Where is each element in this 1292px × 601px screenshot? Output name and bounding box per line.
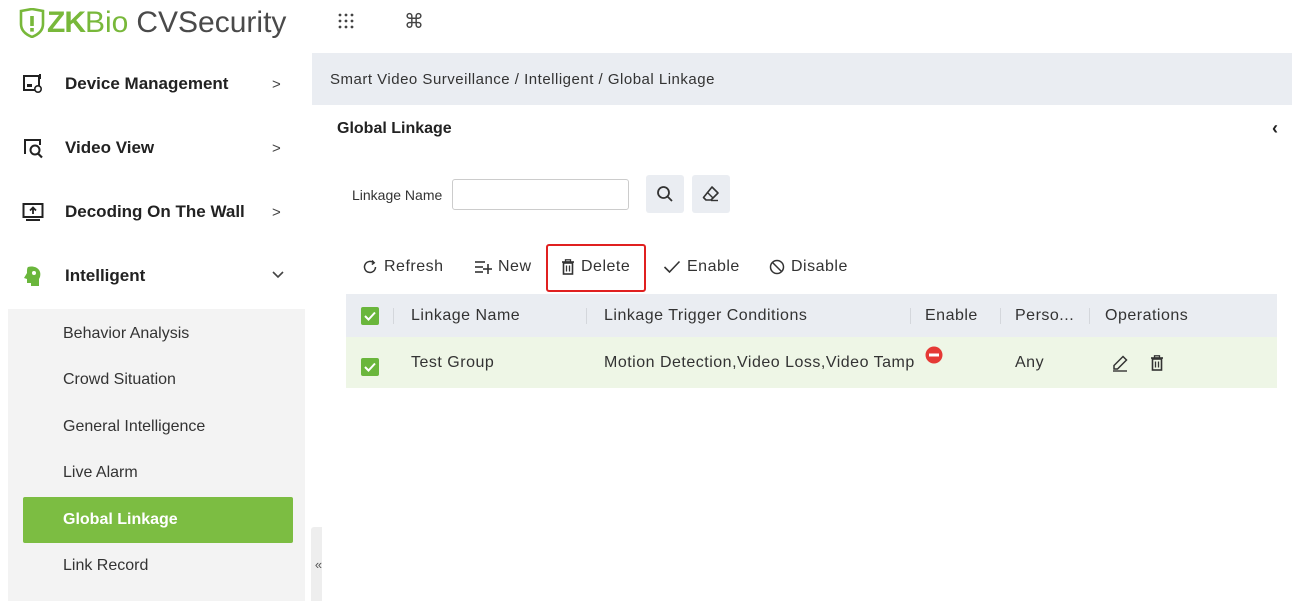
chevron-right-icon: > [272, 139, 281, 157]
sidebar-item-device-management[interactable]: Device Management > [0, 52, 305, 116]
breadcrumb: Smart Video Surveillance / Intelligent /… [330, 71, 715, 88]
cell-person: Any [1015, 353, 1045, 371]
header-operations: Operations [1105, 306, 1189, 324]
enable-button[interactable]: Enable [663, 256, 740, 278]
refresh-icon [363, 259, 377, 274]
app-header: ZK Bio CVSecurity ⌘ [0, 0, 1292, 50]
status-disabled-icon [925, 329, 955, 380]
chevron-right-icon: > [272, 203, 281, 221]
logo-bio: Bio [85, 6, 129, 39]
intelligent-icon [24, 266, 41, 286]
breadcrumb-bar: Smart Video Surveillance / Intelligent /… [312, 53, 1292, 105]
header-person[interactable]: Perso... [1015, 294, 1085, 337]
sidebar-item-label: Video View [65, 138, 155, 157]
chevron-left-icon[interactable]: ‹ [1272, 118, 1278, 139]
search-icon [657, 186, 673, 202]
apps-grid-icon[interactable] [336, 11, 356, 37]
enable-label: Enable [687, 258, 740, 275]
clear-search-button[interactable] [692, 175, 730, 213]
video-view-icon [24, 139, 43, 159]
logo-cvsecurity: CVSecurity [136, 6, 287, 39]
sidebar-item-live-alarm[interactable]: Live Alarm [23, 450, 293, 496]
sidebar-item-label: Live Alarm [63, 464, 138, 481]
sidebar-item-label: General Intelligence [63, 418, 206, 435]
search-button[interactable] [646, 175, 684, 213]
logo-zk: ZK [47, 6, 86, 39]
disable-label: Disable [791, 258, 848, 275]
sidebar-item-label: Global Linkage [63, 511, 178, 528]
sidebar-item-label: Crowd Situation [63, 371, 176, 388]
checkmark-icon [364, 311, 376, 321]
column-divider [586, 308, 587, 324]
sidebar-item-label: Link Record [63, 557, 149, 574]
select-all-checkbox[interactable] [361, 307, 379, 325]
device-management-icon [23, 74, 43, 94]
new-button[interactable]: New [474, 256, 532, 278]
cell-trigger-conditions: Motion Detection,Video Loss,Video Tamper… [604, 353, 914, 371]
column-divider [393, 308, 394, 324]
shield-logo-icon [19, 8, 45, 38]
column-divider [910, 308, 911, 324]
checkmark-icon [364, 362, 376, 372]
sidebar-item-label: Behavior Analysis [63, 325, 190, 342]
sidebar-item-video-view[interactable]: Video View > [0, 116, 305, 180]
ban-icon [769, 259, 785, 275]
refresh-label: Refresh [384, 258, 444, 275]
column-divider [1000, 308, 1001, 324]
app-logo[interactable]: ZK Bio CVSecurity [19, 5, 286, 41]
trash-icon[interactable] [1150, 337, 1170, 388]
add-list-icon [475, 261, 492, 274]
chevron-right-icon: > [272, 75, 281, 93]
sidebar: Device Management > Video View > Decodin… [0, 50, 310, 601]
page-title: Global Linkage [337, 120, 452, 137]
new-label: New [498, 258, 532, 275]
eraser-icon [702, 186, 719, 202]
main-panel: Global Linkage ‹ Linkage Name Refresh Ne… [322, 106, 1292, 601]
header-trigger-conditions[interactable]: Linkage Trigger Conditions [604, 294, 904, 337]
sidebar-item-link-record[interactable]: Link Record [23, 543, 293, 589]
row-checkbox[interactable] [361, 358, 379, 376]
table-header: Linkage Name Linkage Trigger Conditions … [346, 294, 1277, 337]
search-label: Linkage Name [352, 187, 443, 203]
sidebar-item-label: Device Management [65, 74, 229, 93]
linkage-name-input[interactable] [452, 179, 629, 210]
sidebar-item-decoding-wall[interactable]: Decoding On The Wall > [0, 180, 305, 244]
sidebar-item-behavior-analysis[interactable]: Behavior Analysis [23, 311, 293, 357]
cell-linkage-name: Test Group [411, 353, 495, 371]
sidebar-item-intelligent[interactable]: Intelligent [0, 244, 305, 308]
command-icon[interactable]: ⌘ [404, 9, 424, 34]
column-divider [1089, 308, 1090, 324]
sidebar-item-label: Decoding On The Wall [65, 202, 245, 221]
sidebar-item-general-intelligence[interactable]: General Intelligence [23, 404, 293, 450]
edit-icon[interactable] [1111, 337, 1133, 388]
header-linkage-name[interactable]: Linkage Name [411, 294, 571, 337]
delete-highlight-box [546, 244, 646, 292]
refresh-button[interactable]: Refresh [362, 256, 444, 278]
disable-button[interactable]: Disable [769, 256, 848, 278]
sidebar-item-global-linkage[interactable]: Global Linkage [23, 497, 293, 543]
chevron-down-icon [272, 264, 284, 284]
table-row[interactable]: Test Group Motion Detection,Video Loss,V… [346, 337, 1277, 388]
intelligent-submenu: Behavior Analysis Crowd Situation Genera… [8, 309, 305, 601]
sidebar-item-label: Intelligent [65, 266, 146, 285]
sidebar-item-crowd-situation[interactable]: Crowd Situation [23, 357, 293, 403]
decoding-wall-icon [22, 203, 44, 221]
check-icon [663, 260, 681, 274]
